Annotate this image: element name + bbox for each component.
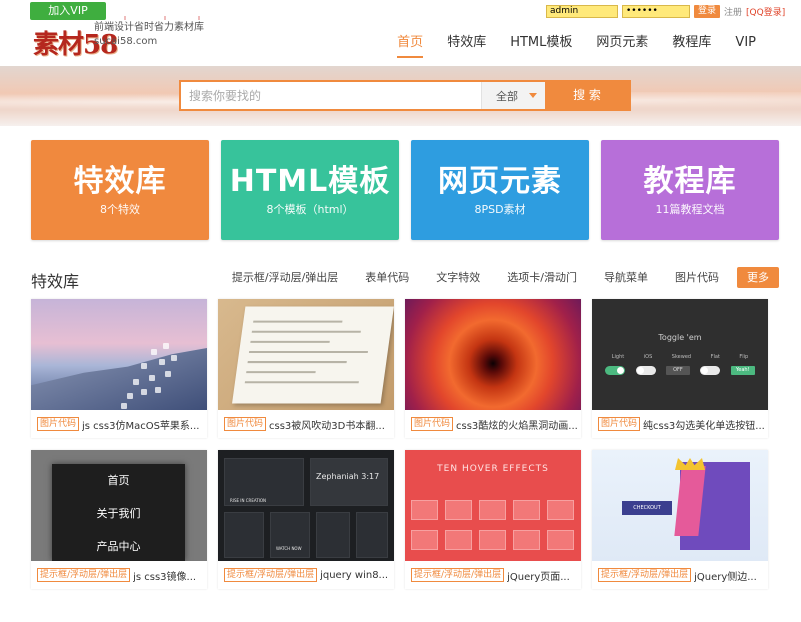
category-card-tutorials[interactable]: 教程库 11篇教程文档 <box>601 140 779 240</box>
main-nav: 首页 特效库 HTML模板 网页元素 教程库 VIP <box>385 34 768 58</box>
category-subtitle: 8个特效 <box>100 203 140 216</box>
category-card-web-elements[interactable]: 网页元素 8PSD素材 <box>411 140 589 240</box>
header-decoration <box>124 16 206 24</box>
section-title: 特效库 <box>31 272 80 291</box>
card-caption: 提示框/浮动层/弹出层 jQuery页面... <box>405 561 581 589</box>
card-title[interactable]: js css3镜像... <box>133 568 196 583</box>
nav-item-html-templates[interactable]: HTML模板 <box>498 34 584 58</box>
effect-card[interactable]: CHECKOUT 提示框/浮动层/弹出层 jQuery侧边... <box>592 450 768 589</box>
card-caption: 图片代码 css3酷炫的火焰黑洞动画... <box>405 410 581 438</box>
qq-login-link[interactable]: [QQ登录] <box>746 5 785 18</box>
more-button[interactable]: 更多 <box>737 267 779 288</box>
card-tag[interactable]: 提示框/浮动层/弹出层 <box>37 568 131 582</box>
card-caption: 图片代码 css3被风吹动3D书本翻... <box>218 410 394 438</box>
card-caption: 提示框/浮动层/弹出层 jQuery侧边... <box>592 561 768 589</box>
username-input[interactable] <box>546 4 618 18</box>
search-banner: 全部 搜 索 <box>0 66 801 126</box>
tab-image-code[interactable]: 图片代码 <box>648 270 719 286</box>
tab-text-effects[interactable]: 文字特效 <box>409 270 480 286</box>
category-card-effects[interactable]: 特效库 8个特效 <box>31 140 209 240</box>
card-caption: 提示框/浮动层/弹出层 jquery win8... <box>218 561 394 589</box>
card-thumbnail[interactable] <box>31 299 207 410</box>
card-thumbnail[interactable] <box>405 299 581 410</box>
section-tabs: 提示框/浮动层/弹出层 表单代码 文字特效 选项卡/滑动门 导航菜单 图片代码 <box>205 270 719 286</box>
site-url: sucai58.com <box>94 36 158 47</box>
tab-popup-layer[interactable]: 提示框/浮动层/弹出层 <box>205 270 338 286</box>
card-tag[interactable]: 图片代码 <box>37 417 80 431</box>
effects-section-header: 特效库 提示框/浮动层/弹出层 表单代码 文字特效 选项卡/滑动门 导航菜单 图… <box>31 266 779 291</box>
card-thumbnail[interactable]: 首页 关于我们 产品中心 <box>31 450 207 561</box>
effect-card[interactable]: TEN HOVER EFFECTS 提示框/浮动层/弹出层 jQuery页面..… <box>405 450 581 589</box>
card-title[interactable]: js css3仿MacOS苹果系... <box>82 417 199 432</box>
card-title[interactable]: css3被风吹动3D书本翻... <box>269 417 385 432</box>
chevron-down-icon <box>529 93 537 98</box>
effect-card[interactable]: 图片代码 css3酷炫的火焰黑洞动画... <box>405 299 581 438</box>
search-input[interactable] <box>181 82 481 109</box>
effects-grid: 图片代码 js css3仿MacOS苹果系... 图片代码 css3被风吹动3D… <box>31 299 769 589</box>
card-thumbnail[interactable] <box>218 299 394 410</box>
category-title: 网页元素 <box>438 164 562 199</box>
search-button[interactable]: 搜 索 <box>545 82 629 109</box>
nav-item-vip[interactable]: VIP <box>723 34 768 58</box>
card-title[interactable]: 纯css3勾选美化单选按钮... <box>643 417 765 432</box>
toggle-demo-labels: Light iOS Skewed Flat Flip <box>611 354 749 360</box>
nav-item-home[interactable]: 首页 <box>385 34 435 58</box>
card-thumbnail[interactable]: TEN HOVER EFFECTS <box>405 450 581 561</box>
card-thumbnail[interactable]: Zephaniah 3:17 RISE IN CREATION WATCH NO… <box>218 450 394 561</box>
card-tag[interactable]: 图片代码 <box>224 417 267 431</box>
join-vip-button[interactable]: 加入VIP <box>30 2 106 20</box>
category-title: 教程库 <box>643 164 737 199</box>
site-slogan: 前端设计省时省力素材库 <box>94 22 204 33</box>
card-title[interactable]: css3酷炫的火焰黑洞动画... <box>456 417 578 432</box>
effect-card[interactable]: 首页 关于我们 产品中心 提示框/浮动层/弹出层 js css3镜像... <box>31 450 207 589</box>
card-tag[interactable]: 图片代码 <box>598 417 641 431</box>
card-caption: 提示框/浮动层/弹出层 js css3镜像... <box>31 561 207 589</box>
tab-tabs-sliders[interactable]: 选项卡/滑动门 <box>480 270 577 286</box>
card-caption: 图片代码 js css3仿MacOS苹果系... <box>31 410 207 438</box>
card-tag[interactable]: 图片代码 <box>411 417 454 431</box>
category-title: HTML模板 <box>229 164 391 199</box>
card-title[interactable]: jquery win8... <box>320 570 388 581</box>
nav-item-effects[interactable]: 特效库 <box>435 34 498 58</box>
site-header: 素材58 前端设计省时省力素材库 sucai58.com 首页 特效库 HTML… <box>0 20 801 66</box>
effect-card[interactable]: 图片代码 css3被风吹动3D书本翻... <box>218 299 394 438</box>
password-input[interactable] <box>622 4 690 18</box>
card-tag[interactable]: 提示框/浮动层/弹出层 <box>224 568 318 582</box>
effect-card[interactable]: Toggle 'em Light iOS Skewed Flat Flip OF… <box>592 299 768 438</box>
category-subtitle: 8个模板（html） <box>266 203 354 216</box>
search-scope-select[interactable]: 全部 <box>481 82 545 109</box>
menu-demo: 首页 关于我们 产品中心 <box>52 464 185 561</box>
card-tag[interactable]: 提示框/浮动层/弹出层 <box>411 568 505 582</box>
toggle-demo-title: Toggle 'em <box>658 333 702 342</box>
nav-item-tutorials[interactable]: 教程库 <box>660 34 723 58</box>
login-button[interactable]: 登录 <box>694 4 721 18</box>
effect-card[interactable]: Zephaniah 3:17 RISE IN CREATION WATCH NO… <box>218 450 394 589</box>
login-area: 登录 注册 [QQ登录] <box>546 4 785 18</box>
top-bar: 加入VIP 登录 注册 [QQ登录] <box>0 0 801 24</box>
category-cards: 特效库 8个特效 HTML模板 8个模板（html） 网页元素 8PSD素材 教… <box>31 140 779 240</box>
card-title[interactable]: jQuery页面... <box>507 568 570 583</box>
category-subtitle: 11篇教程文档 <box>655 203 725 216</box>
register-link[interactable]: 注册 <box>724 5 742 18</box>
search-box: 全部 搜 索 <box>179 80 631 111</box>
toggle-demo-row: OFF Yeah! <box>600 366 760 375</box>
card-thumbnail[interactable]: CHECKOUT <box>592 450 768 561</box>
effect-card[interactable]: 图片代码 js css3仿MacOS苹果系... <box>31 299 207 438</box>
logo-text: 前端设计省时省力素材库 sucai58.com <box>94 21 254 49</box>
category-title: 特效库 <box>73 164 167 199</box>
search-scope-label: 全部 <box>496 89 518 103</box>
category-subtitle: 8PSD素材 <box>474 203 526 216</box>
card-title[interactable]: jQuery侧边... <box>694 568 757 583</box>
card-caption: 图片代码 纯css3勾选美化单选按钮... <box>592 410 768 438</box>
tab-nav-menu[interactable]: 导航菜单 <box>577 270 648 286</box>
card-thumbnail[interactable]: Toggle 'em Light iOS Skewed Flat Flip OF… <box>592 299 768 410</box>
category-card-html-templates[interactable]: HTML模板 8个模板（html） <box>221 140 399 240</box>
card-tag[interactable]: 提示框/浮动层/弹出层 <box>598 568 692 582</box>
tab-form-code[interactable]: 表单代码 <box>338 270 409 286</box>
nav-item-web-elements[interactable]: 网页元素 <box>584 34 660 58</box>
